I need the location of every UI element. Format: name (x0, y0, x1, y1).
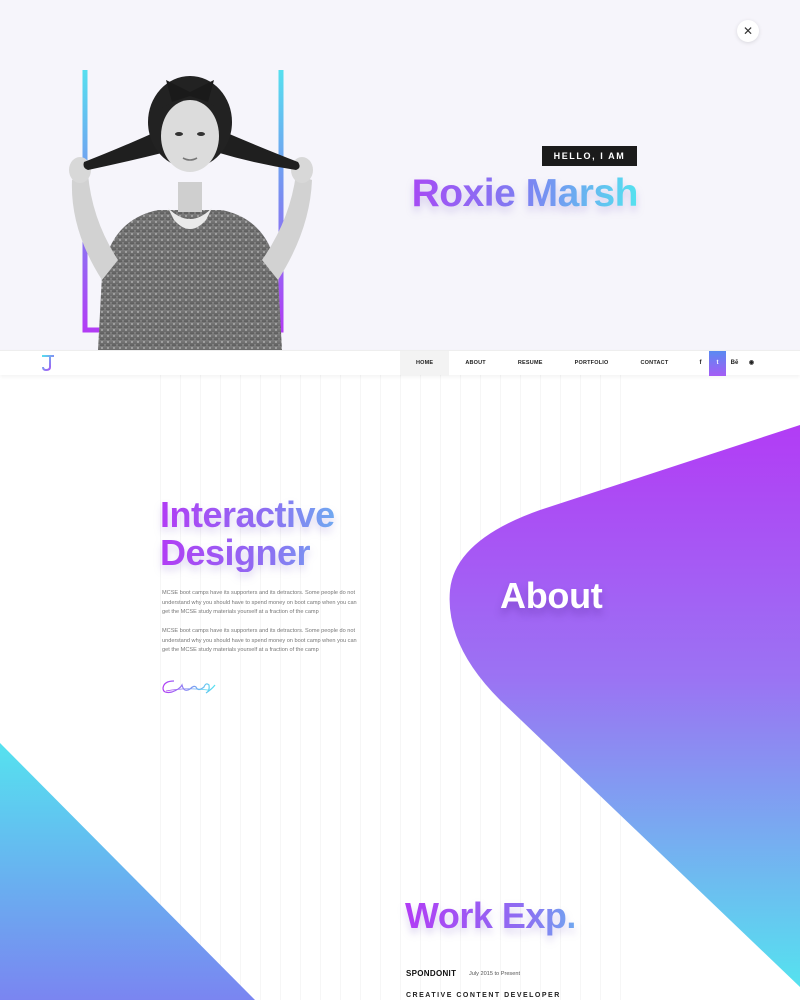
nav-item-home[interactable]: HOME (400, 351, 450, 376)
work-section-title: Work Exp. (405, 895, 625, 937)
logo-icon[interactable] (40, 354, 56, 372)
about-section-title: About (500, 575, 603, 616)
nav-item-resume[interactable]: RESUME (502, 351, 559, 376)
job-role: CREATIVE CONTENT DEVELOPER (406, 992, 561, 999)
gradient-shapes (0, 425, 800, 1000)
nav-item-portfolio[interactable]: PORTFOLIO (559, 351, 625, 376)
main-navbar: HOME ABOUT RESUME PORTFOLIO CONTACT f t … (0, 350, 800, 376)
nav-item-about[interactable]: ABOUT (449, 351, 502, 376)
portrait-image (69, 70, 313, 350)
close-icon: ✕ (742, 24, 754, 38)
about-paragraph-1: MCSE boot camps have its supporters and … (162, 590, 357, 616)
headline-line-2: Designer (160, 532, 311, 573)
nav-links: HOME ABOUT RESUME PORTFOLIO CONTACT (400, 351, 684, 376)
nav-item-contact[interactable]: CONTACT (625, 351, 685, 376)
job-company: SPONDONIT (406, 969, 457, 978)
close-button[interactable]: ✕ (737, 20, 759, 42)
headline-line-1: Interactive (160, 494, 335, 535)
twitter-icon[interactable]: t (709, 351, 726, 376)
behance-icon[interactable]: Bē (726, 351, 743, 376)
hero-section: ✕ HELLO, I AM Roxie Marsh (0, 0, 800, 350)
job-date: July 2015 to Present (469, 971, 520, 977)
hello-label: HELLO, I AM (542, 146, 637, 166)
signature-image (162, 680, 216, 694)
social-links: f t Bē ◉ (692, 351, 760, 376)
about-headline: Interactive Designer (160, 496, 400, 572)
left-gradient-shape (0, 743, 255, 1000)
facebook-icon[interactable]: f (692, 351, 709, 376)
hero-name: Roxie Marsh (380, 170, 639, 218)
github-icon[interactable]: ◉ (743, 351, 760, 376)
about-paragraph-2: MCSE boot camps have its supporters and … (162, 628, 357, 654)
